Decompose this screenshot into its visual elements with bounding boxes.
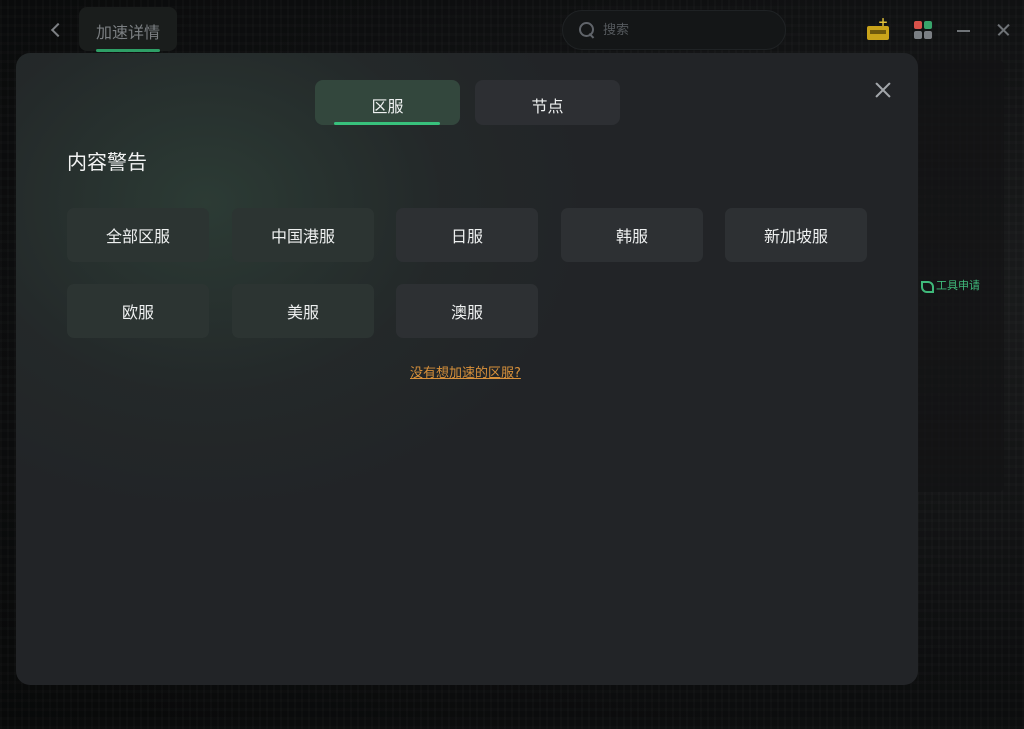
search-input[interactable] (603, 19, 773, 41)
minimize-icon[interactable] (954, 20, 974, 40)
apps-icon[interactable] (914, 21, 932, 39)
tab-node-label: 节点 (531, 97, 564, 116)
missing-region-link[interactable]: 没有想加速的区服? (410, 362, 521, 381)
tab-region[interactable]: 区服 (315, 80, 460, 125)
tab-region-label: 区服 (371, 97, 404, 116)
region-button[interactable]: 日服 (396, 208, 538, 262)
section-title: 内容警告 (67, 150, 147, 174)
search-icon (579, 22, 595, 38)
region-button[interactable]: 澳服 (396, 284, 538, 338)
region-button[interactable]: 新加坡服 (725, 208, 867, 262)
tab-node[interactable]: 节点 (475, 80, 620, 125)
region-button[interactable]: 全部区服 (67, 208, 209, 262)
gift-icon[interactable]: + (866, 15, 890, 40)
region-button[interactable]: 中国港服 (232, 208, 374, 262)
close-icon[interactable] (994, 20, 1014, 40)
page-title-tab[interactable]: 加速详情 (79, 7, 177, 52)
title-underline (96, 49, 160, 52)
chevron-left-icon[interactable] (44, 18, 68, 42)
leaf-icon (920, 279, 934, 293)
app-window: 工具申请 加速详情 + 区服 节点 (0, 0, 1024, 729)
tab-active-underline (334, 122, 440, 125)
tool-apply-label: 工具申请 (936, 279, 980, 292)
region-button[interactable]: 韩服 (561, 208, 703, 262)
search-box[interactable] (562, 10, 786, 50)
page-title: 加速详情 (95, 23, 160, 42)
region-button[interactable]: 欧服 (67, 284, 209, 338)
top-bar: 加速详情 + (0, 0, 1024, 60)
modal-close-icon[interactable] (872, 79, 894, 101)
background-tool-apply[interactable]: 工具申请 (920, 276, 980, 294)
region-select-modal: 区服 节点 内容警告 全部区服 中国港服 日服 韩服 新加坡服 欧服 美服 澳服… (16, 53, 918, 685)
modal-tabs: 区服 节点 (315, 80, 620, 125)
region-button[interactable]: 美服 (232, 284, 374, 338)
